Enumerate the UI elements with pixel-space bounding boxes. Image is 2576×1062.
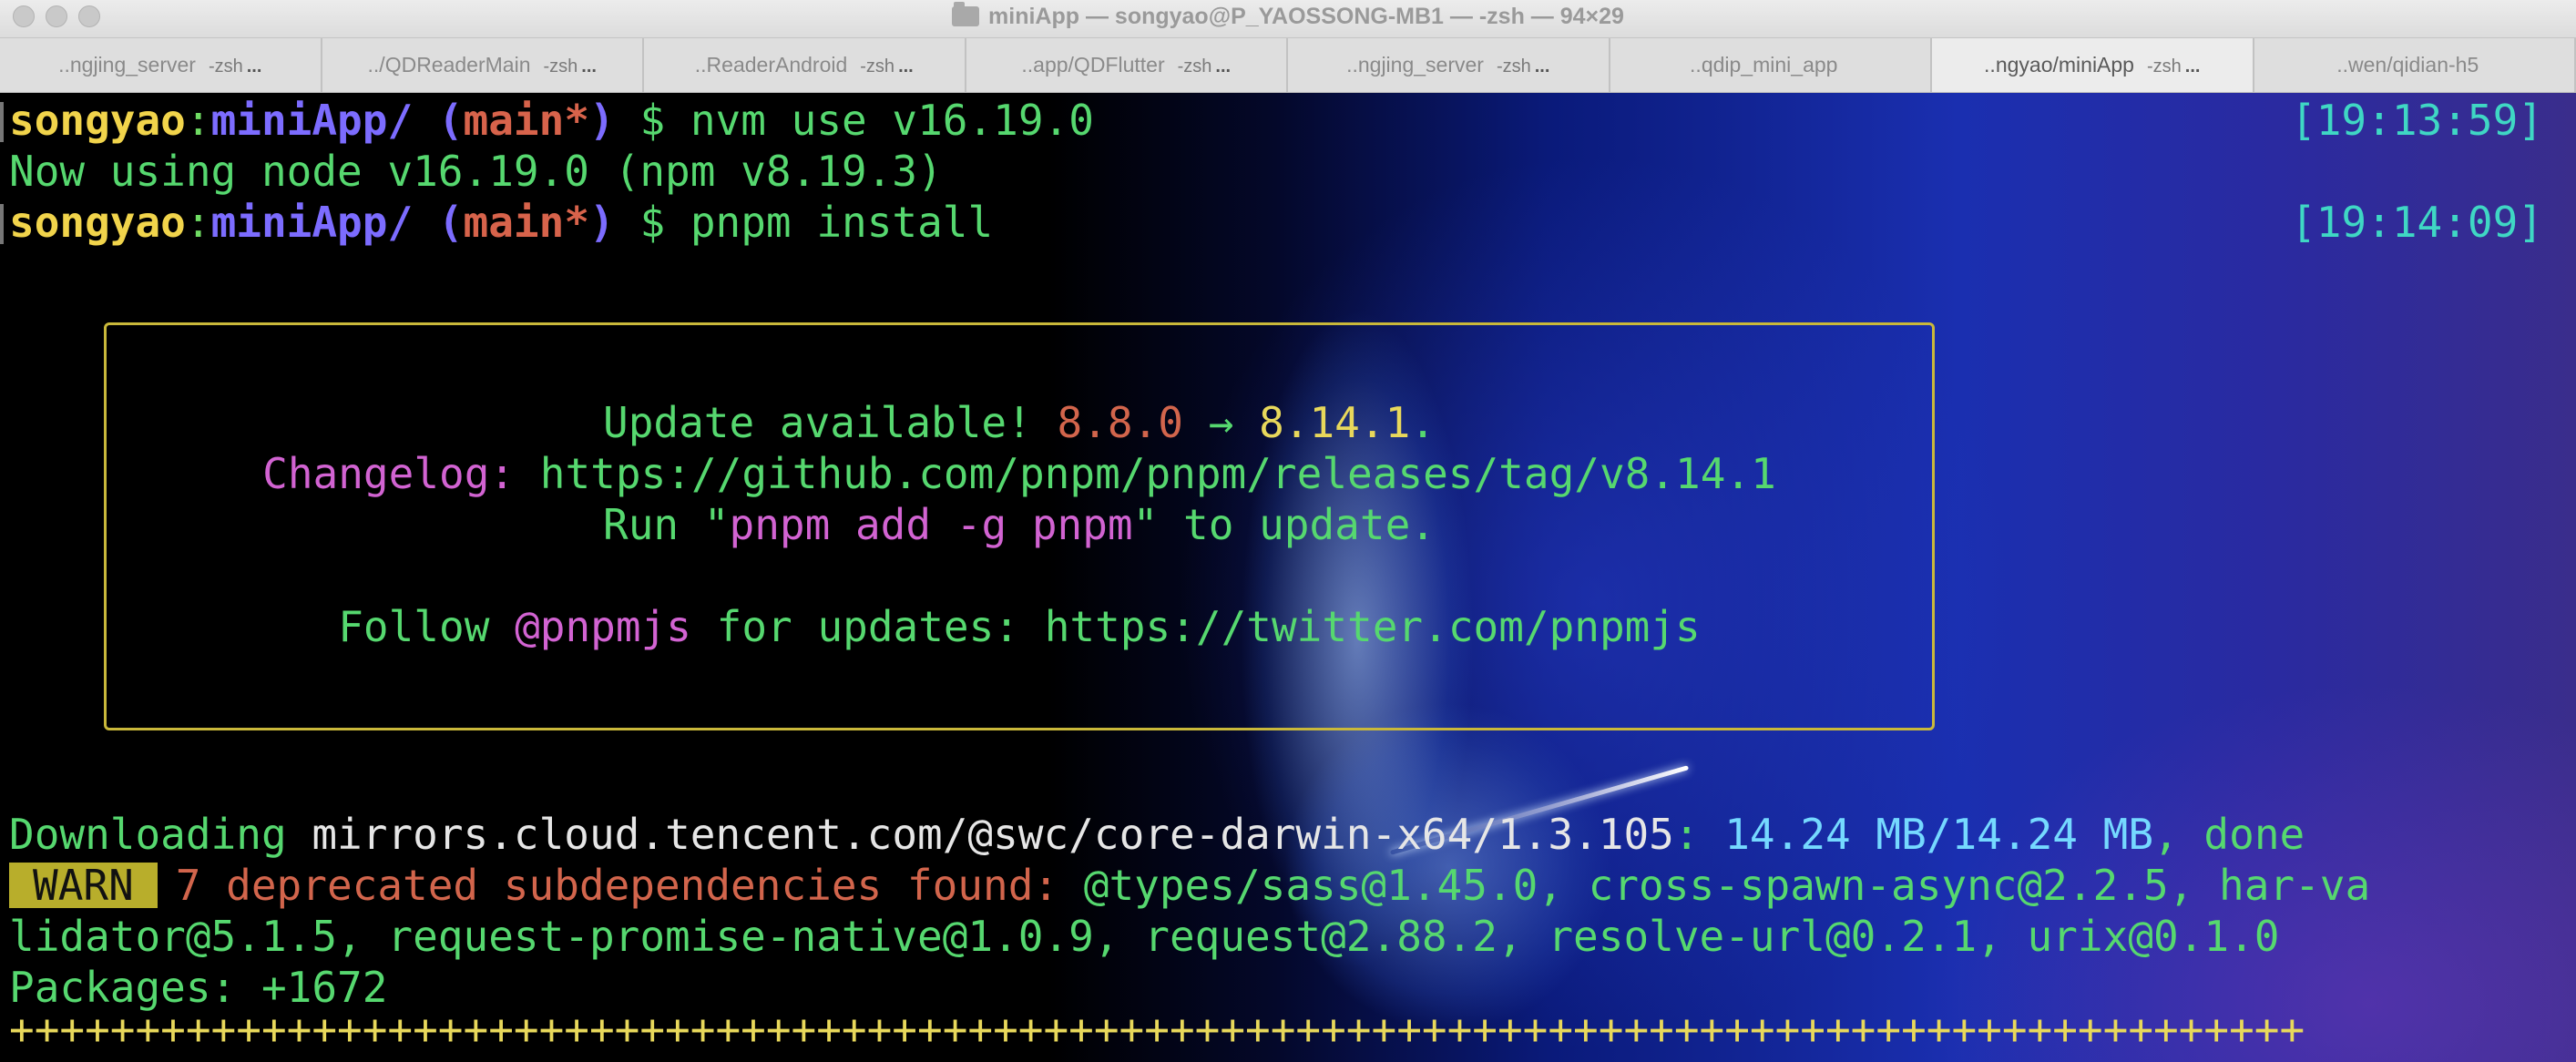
new-version: 8.14.1	[1259, 398, 1411, 447]
tab-more: ...	[1534, 56, 1550, 77]
download-sep: :	[1673, 810, 1725, 859]
prompt-dollar: $	[639, 198, 666, 247]
follow-text: Follow	[338, 602, 516, 651]
prompt-line-2: songyao:miniApp/ (main*) $ pnpm install	[9, 197, 993, 248]
tab-process: -zsh...	[860, 56, 913, 77]
tab-1[interactable]: ../QDReaderMain -zsh...	[322, 38, 644, 92]
update-text-end: .	[1410, 398, 1436, 447]
tab-process: -zsh...	[544, 56, 597, 77]
command-text: pnpm install	[690, 198, 994, 247]
prompt-branch: main*	[463, 198, 590, 247]
tab-label: ..ngjing_server	[1346, 53, 1484, 77]
changelog-link[interactable]: https://github.com/pnpm/pnpm/releases/ta…	[540, 449, 1776, 498]
tab-process-name: -zsh	[543, 56, 578, 77]
tab-more: ...	[581, 56, 597, 77]
run-update-line: Run "pnpm add -g pnpm" to update.	[107, 499, 1932, 550]
prompt-line-1: songyao:miniApp/ (main*) $ nvm use v16.1…	[9, 95, 1094, 146]
tab-5[interactable]: ..qdip_mini_app	[1610, 38, 1932, 92]
install-progress-bar: ++++++++++++++++++++++++++++++++++++++++…	[9, 1005, 2305, 1054]
follow-handle: @pnpmjs	[515, 602, 691, 651]
output-line: Now using node v16.19.0 (npm v8.19.3)	[9, 147, 943, 196]
tab-process-name: -zsh	[860, 56, 895, 77]
tab-6[interactable]: ..ngyao/miniApp -zsh...	[1932, 38, 2254, 92]
tab-more: ...	[898, 56, 914, 77]
tab-label: ..wen/qidian-h5	[2336, 53, 2479, 77]
tab-process-name: -zsh	[1177, 56, 1212, 77]
prompt-dir: miniApp/	[210, 96, 414, 145]
tab-label: ..ngjing_server	[58, 53, 196, 77]
tab-7[interactable]: ..wen/qidian-h5	[2254, 38, 2576, 92]
prompt-paren-open: (	[437, 198, 464, 247]
old-version: 8.8.0	[1057, 398, 1183, 447]
tab-3[interactable]: ..app/QDFlutter -zsh...	[966, 38, 1288, 92]
command-text: nvm use v16.19.0	[690, 96, 1094, 145]
tab-more: ...	[246, 56, 262, 77]
tab-process-name: -zsh	[1496, 56, 1531, 77]
folder-icon	[952, 2, 980, 26]
tab-label: ../QDReaderMain	[367, 53, 531, 77]
warn-line: WARN 7 deprecated subdependencies found: …	[9, 860, 2370, 911]
tab-0[interactable]: ..ngjing_server -zsh...	[0, 38, 322, 92]
prompt-mark	[0, 102, 4, 142]
twitter-link[interactable]: https://twitter.com/pnpmjs	[1045, 602, 1701, 651]
tab-process: -zsh...	[2147, 56, 2200, 77]
warn-badge: WARN	[9, 863, 158, 908]
update-available-line: Update available! 8.8.0 → 8.14.1.	[107, 397, 1932, 448]
tab-label: ..ngyao/miniApp	[1984, 53, 2134, 77]
prompt-colon: :	[185, 96, 211, 145]
timestamp: [19:13:59]	[2291, 96, 2543, 145]
title-bar: miniApp — songyao@P_YAOSSONG-MB1 — -zsh …	[0, 0, 2576, 38]
tab-process-name: -zsh	[2146, 56, 2182, 77]
changelog-line: Changelog: https://github.com/pnpm/pnpm/…	[107, 448, 1932, 499]
tab-process: -zsh...	[209, 56, 261, 77]
timestamp: [19:14:09]	[2291, 198, 2543, 247]
window-title-text: miniApp — songyao@P_YAOSSONG-MB1 — -zsh …	[988, 4, 1624, 29]
tab-process-name: -zsh	[208, 56, 243, 77]
terminal-output[interactable]: songyao:miniApp/ (main*) $ nvm use v16.1…	[0, 93, 2576, 1062]
prompt-dollar: $	[639, 96, 666, 145]
changelog-label: Changelog:	[262, 449, 540, 498]
tab-bar: ..ngjing_server -zsh... ../QDReaderMain -zs…	[0, 38, 2576, 93]
run-command: pnpm add -g pnpm	[729, 500, 1133, 549]
tab-more: ...	[2184, 56, 2201, 77]
download-line: Downloading mirrors.cloud.tencent.com/@s…	[9, 809, 2305, 860]
prompt-paren-close: )	[589, 198, 615, 247]
prompt-branch: main*	[463, 96, 590, 145]
download-url: mirrors.cloud.tencent.com/@swc/core-darw…	[312, 810, 1674, 859]
arrow-icon: →	[1183, 398, 1260, 447]
warn-message: 7 deprecated subdependencies found:	[175, 861, 1084, 910]
prompt-user: songyao	[9, 198, 186, 247]
update-notice-box: Update available! 8.8.0 → 8.14.1. Change…	[104, 322, 1935, 730]
prompt-colon: :	[185, 198, 211, 247]
run-text-end: " to update.	[1132, 500, 1436, 549]
tab-process: -zsh...	[1178, 56, 1231, 77]
window-title: miniApp — songyao@P_YAOSSONG-MB1 — -zsh …	[0, 0, 2576, 33]
run-text: Run "	[603, 500, 730, 549]
prompt-paren-open: (	[437, 96, 464, 145]
follow-line: Follow @pnpmjs for updates: https://twit…	[107, 601, 1932, 652]
download-size: 14.24 MB/14.24 MB	[1724, 810, 2154, 859]
prompt-dir: miniApp/	[210, 198, 414, 247]
tab-4[interactable]: ..ngjing_server -zsh...	[1288, 38, 1610, 92]
update-text: Update available!	[603, 398, 1058, 447]
tab-label: ..ReaderAndroid	[694, 53, 848, 77]
tab-label: ..qdip_mini_app	[1690, 53, 1838, 77]
tab-process: -zsh...	[1497, 56, 1549, 77]
prompt-user: songyao	[9, 96, 186, 145]
tab-label: ..app/QDFlutter	[1021, 53, 1165, 77]
tab-2[interactable]: ..ReaderAndroid -zsh...	[644, 38, 966, 92]
tab-more: ...	[1215, 56, 1232, 77]
download-status: , done	[2153, 810, 2305, 859]
warn-deps-continued: lidator@5.1.5, request-promise-native@1.…	[9, 912, 2280, 961]
prompt-paren-close: )	[589, 96, 615, 145]
download-label: Downloading	[9, 810, 312, 859]
prompt-mark	[0, 204, 4, 244]
follow-mid-text: for updates:	[690, 602, 1045, 651]
warn-deps: @types/sass@1.45.0, cross-spawn-async@2.…	[1083, 861, 2371, 910]
